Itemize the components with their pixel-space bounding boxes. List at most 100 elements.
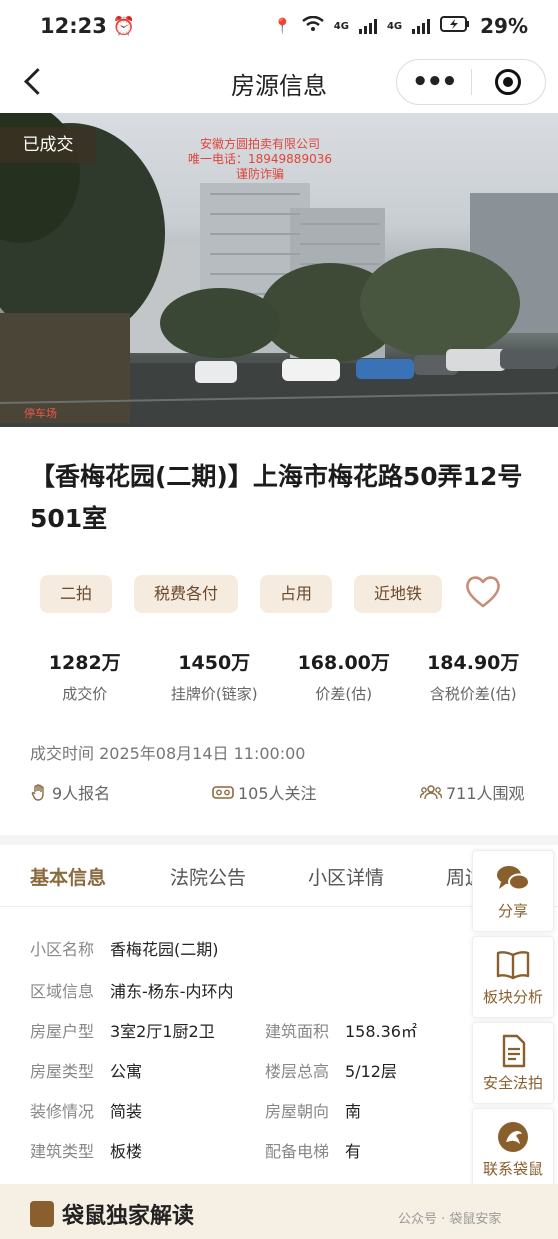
tag-occupied: 占用 <box>260 575 333 613</box>
info-value: 公寓 <box>110 1062 143 1081</box>
nav-bar: 房源信息 ••• <box>0 52 558 112</box>
signal-icon-2 <box>412 18 431 34</box>
info-value: 简装 <box>110 1102 143 1121</box>
section-divider <box>0 835 558 845</box>
info-elevator: 配备电梯有 <box>265 1138 361 1162</box>
info-value: 南 <box>345 1102 362 1121</box>
info-value: 有 <box>345 1142 362 1161</box>
tag-list: 二拍 税费各付 占用 近地铁 <box>40 575 443 613</box>
battery-icon <box>440 16 470 36</box>
info-value: 香梅花园(二期) <box>110 940 219 959</box>
wechat-account-label: 公众号 · 袋鼠安家 <box>398 1212 502 1227</box>
watermark-line-2: 唯一电话：18949889036 <box>188 152 332 166</box>
exclusive-heading: 袋鼠独家解读 <box>30 1198 194 1230</box>
close-mini-program-button[interactable] <box>472 69 546 95</box>
alarm-icon: ⏰ <box>112 15 136 37</box>
tab-court-notice[interactable]: 法院公告 <box>170 863 246 890</box>
tab-community-details[interactable]: 小区详情 <box>308 863 384 890</box>
network-label-1: 4G <box>333 20 349 32</box>
info-value: 158.36㎡ <box>345 1022 417 1041</box>
info-key: 装修情况 <box>30 1102 95 1121</box>
info-decoration: 装修情况 简装 <box>30 1098 142 1122</box>
watcher-count: 711人围观 <box>420 780 525 804</box>
info-floor: 楼层总高 5/12层 <box>265 1058 397 1082</box>
chat-bubbles-icon <box>497 865 530 890</box>
info-area: 建筑面积 158.36㎡ <box>265 1018 417 1042</box>
property-photo[interactable]: 已成交 安徽方圆拍卖有限公司 唯一电话：18949889036 谨防诈骗 停车场 <box>0 113 558 427</box>
tab-basic-info[interactable]: 基本信息 <box>30 863 106 890</box>
tag-second-auction: 二拍 <box>40 575 113 613</box>
signup-text: 9人报名 <box>52 784 111 803</box>
exclusive-title: 袋鼠独家解读 <box>62 1204 195 1229</box>
safe-auction-button[interactable]: 安全法拍 <box>472 1022 554 1104</box>
info-value: 3室2厅1厨2卫 <box>110 1022 215 1041</box>
info-value: 浦东-杨东-内环内 <box>110 982 234 1001</box>
deal-time: 成交时间 2025年08月14日 11:00:00 <box>30 744 306 763</box>
info-value: 板楼 <box>110 1142 143 1161</box>
info-type: 房屋类型 公寓 <box>30 1058 142 1082</box>
parking-sign: 停车场 <box>24 407 57 420</box>
info-key: 配备电梯 <box>265 1142 330 1161</box>
info-key: 建筑面积 <box>265 1022 330 1041</box>
info-key: 区域信息 <box>30 982 95 1001</box>
price-value: 168.00万 <box>297 652 390 674</box>
contact-label: 联系袋鼠 <box>482 1159 543 1178</box>
price-summary: 1282万 成交价 1450万 挂牌价(链家) 168.00万 价差(估) 18… <box>20 648 538 704</box>
engagement-stats: 9人报名 105人关注 711人围观 <box>30 780 530 806</box>
mini-program-capsule: ••• <box>396 59 546 105</box>
info-region: 区域信息 浦东-杨东-内环内 <box>30 978 234 1002</box>
more-icon[interactable]: ••• <box>397 69 471 95</box>
info-key: 楼层总高 <box>265 1062 330 1081</box>
clock: 12:23 <box>40 14 107 38</box>
info-key: 小区名称 <box>30 940 95 959</box>
price-label: 含税价差(估) <box>429 685 517 703</box>
photo-watermark: 安徽方圆拍卖有限公司 唯一电话：18949889036 谨防诈骗 <box>170 137 350 182</box>
group-icon <box>420 785 442 800</box>
tag-near-metro: 近地铁 <box>354 575 443 613</box>
price-value: 1282万 <box>48 652 121 674</box>
price-label: 价差(估) <box>315 685 373 703</box>
info-value: 5/12层 <box>345 1062 397 1081</box>
wifi-icon <box>302 15 324 36</box>
status-bar: 12:23 ⏰ 📍 4G 4G 29% <box>0 0 558 52</box>
status-badge: 已成交 <box>0 127 96 163</box>
price-value: 1450万 <box>178 652 251 674</box>
share-button[interactable]: 分享 <box>472 850 554 932</box>
info-community: 小区名称 香梅花园(二期) <box>30 936 219 960</box>
info-key: 房屋类型 <box>30 1062 95 1081</box>
follower-text: 105人关注 <box>238 784 317 803</box>
vr-glasses-icon <box>212 786 234 799</box>
info-layout: 房屋户型 3室2厅1厨2卫 <box>30 1018 215 1042</box>
safe-auction-label: 安全法拍 <box>482 1073 543 1092</box>
watermark-line-1: 安徽方圆拍卖有限公司 <box>199 137 320 151</box>
kangaroo-logo-icon <box>498 1121 528 1152</box>
sector-analysis-button[interactable]: 板块分析 <box>472 936 554 1018</box>
info-key: 房屋朝向 <box>265 1102 330 1121</box>
sector-analysis-label: 板块分析 <box>482 987 543 1006</box>
favorite-heart-icon[interactable] <box>464 574 502 610</box>
document-icon <box>502 1034 526 1067</box>
price-value: 184.90万 <box>427 652 520 674</box>
target-icon <box>495 69 522 95</box>
share-label: 分享 <box>497 901 528 920</box>
battery-percent: 29% <box>480 14 528 38</box>
info-orientation: 房屋朝向南 <box>265 1098 361 1122</box>
exclusive-reading-section: 袋鼠独家解读 公众号 · 袋鼠安家 <box>0 1184 558 1239</box>
taxed-price-difference: 184.90万 含税价差(估) <box>409 648 539 704</box>
open-book-icon <box>496 950 530 979</box>
info-key: 房屋户型 <box>30 1022 95 1041</box>
location-icon: 📍 <box>273 17 292 35</box>
hand-icon <box>31 784 44 801</box>
deal-price: 1282万 成交价 <box>20 648 150 704</box>
watcher-text: 711人围观 <box>446 784 525 803</box>
listing-price: 1450万 挂牌价(链家) <box>150 648 280 704</box>
kangaroo-badge-icon <box>30 1201 54 1227</box>
signup-count: 9人报名 <box>30 780 110 804</box>
contact-button[interactable]: 联系袋鼠 <box>472 1108 554 1190</box>
price-difference: 168.00万 价差(估) <box>279 648 409 704</box>
follower-count: 105人关注 <box>212 780 317 804</box>
listing-title: 【香梅花园(二期)】上海市梅花路50弄12号501室 <box>30 462 523 533</box>
watermark-line-3: 谨防诈骗 <box>235 167 284 181</box>
network-label-2: 4G <box>386 20 403 32</box>
info-key: 建筑类型 <box>30 1142 95 1161</box>
